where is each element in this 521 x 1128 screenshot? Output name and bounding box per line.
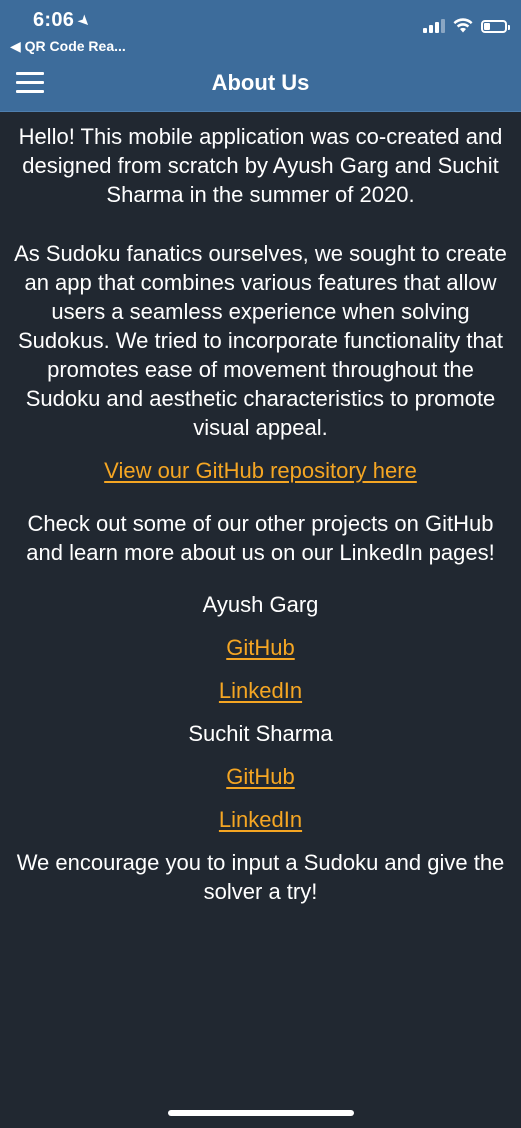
check-out-paragraph: Check out some of our other projects on … (26, 511, 495, 565)
person-github-row-ayush: GitHub (12, 633, 509, 662)
ayush-github-link[interactable]: GitHub (226, 635, 294, 660)
about-content: Hello! This mobile application was co-cr… (12, 122, 509, 906)
battery-icon (481, 20, 510, 33)
person-github-row-suchit: GitHub (12, 762, 509, 791)
app-header: 6:06➤ ◀ QR Code Rea... About Us (0, 0, 521, 112)
home-indicator[interactable] (168, 1110, 354, 1116)
status-indicators (423, 18, 510, 33)
encourage-paragraph: We encourage you to input a Sudoku and g… (16, 850, 505, 904)
cellular-signal-icon (423, 19, 445, 33)
page-title: About Us (211, 70, 310, 95)
suchit-linkedin-link[interactable]: LinkedIn (219, 807, 302, 832)
status-time-text: 6:06 (33, 9, 75, 31)
github-repo-link-row: View our GitHub repository here (12, 456, 509, 485)
person-linkedin-row-suchit: LinkedIn (12, 805, 509, 834)
wifi-icon (453, 18, 473, 33)
location-arrow-icon: ➤ (73, 10, 95, 32)
person-name-suchit: Suchit Sharma (188, 721, 333, 746)
suchit-github-link[interactable]: GitHub (226, 764, 294, 789)
ayush-linkedin-link[interactable]: LinkedIn (219, 678, 302, 703)
back-to-app-link[interactable]: ◀ QR Code Rea... (10, 38, 126, 55)
person-linkedin-row-ayush: LinkedIn (12, 676, 509, 705)
github-repo-link[interactable]: View our GitHub repository here (104, 458, 417, 483)
mission-paragraph: As Sudoku fanatics ourselves, we sought … (14, 241, 507, 440)
intro-paragraph: Hello! This mobile application was co-cr… (18, 124, 503, 207)
status-time: 6:06➤ (33, 9, 95, 32)
person-name-ayush: Ayush Garg (202, 592, 319, 617)
